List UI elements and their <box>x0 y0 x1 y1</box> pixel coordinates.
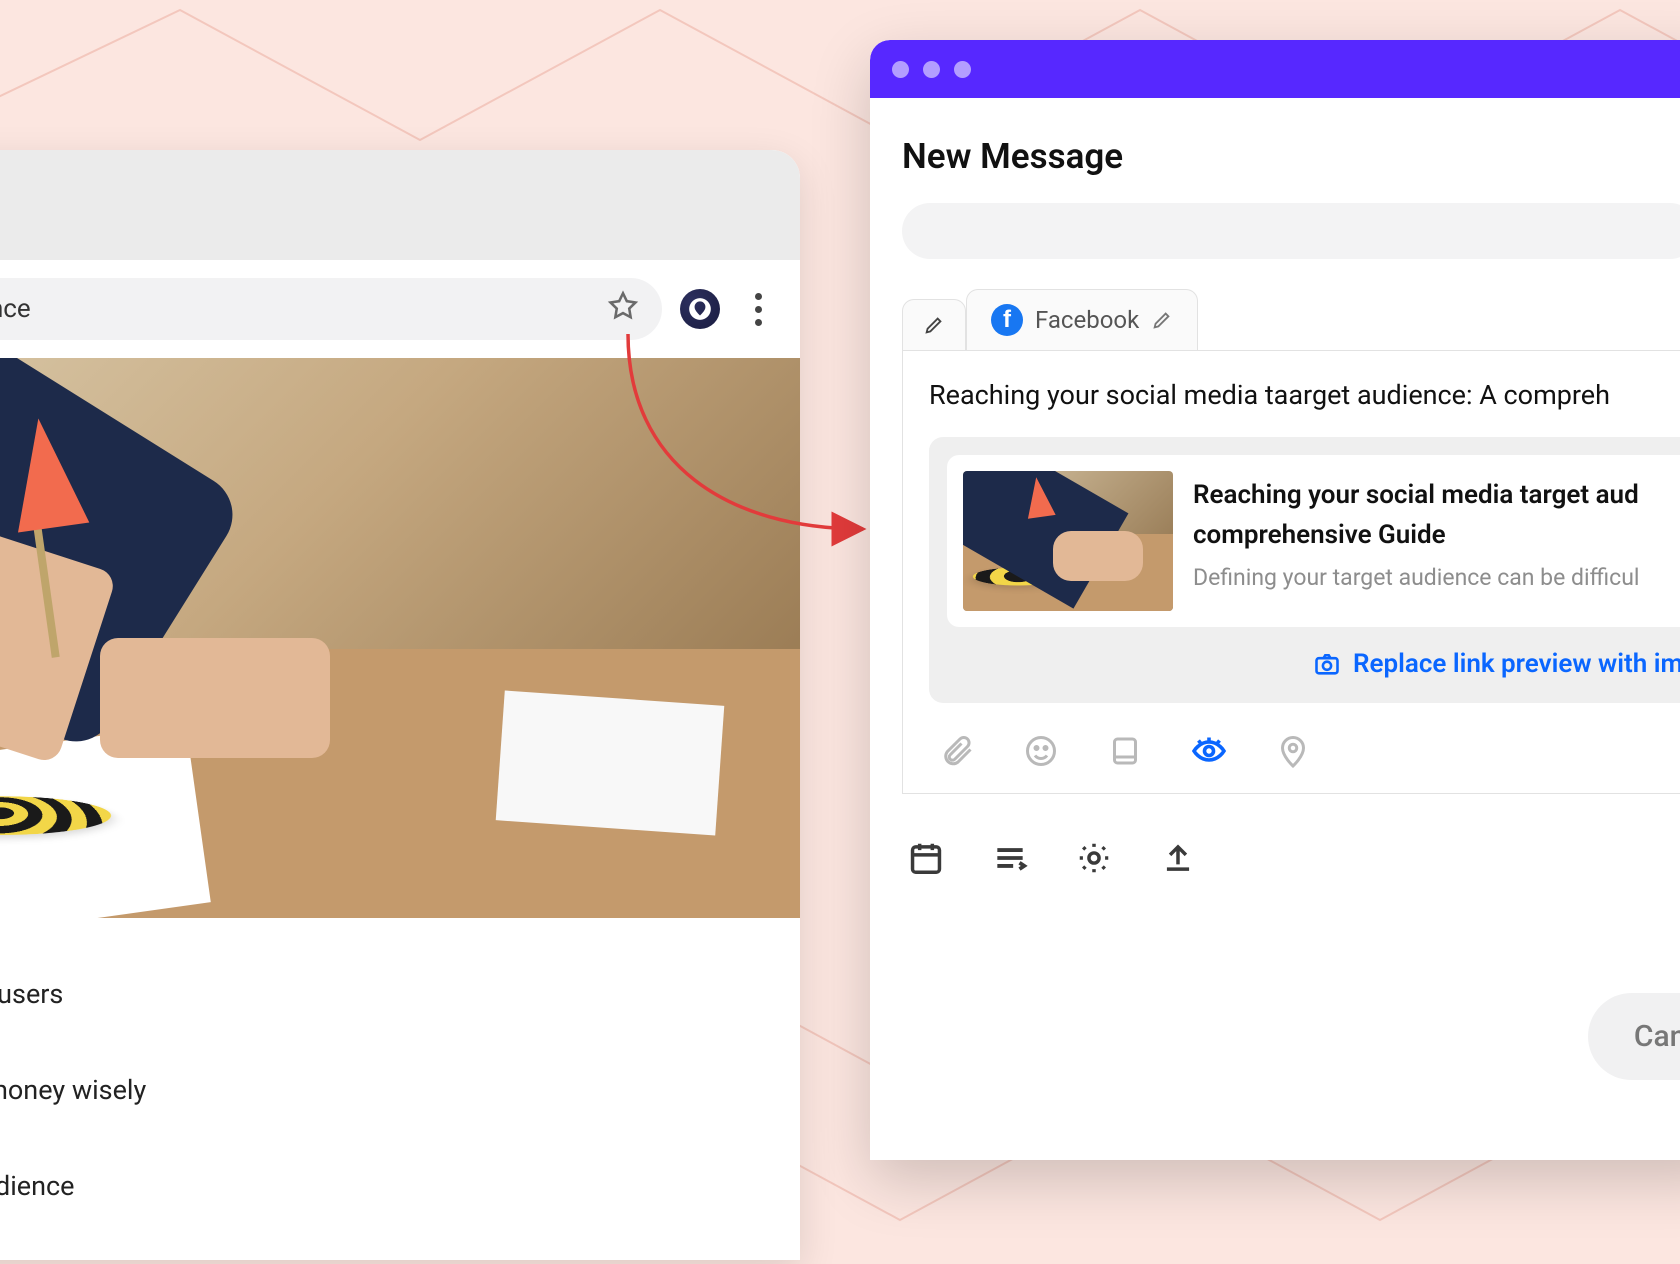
compose-modal: New Message f Facebook Reaching your soc… <box>870 40 1680 1160</box>
preview-icon[interactable] <box>1189 731 1229 771</box>
article-line: me and money wisely <box>0 1074 772 1106</box>
article-hero-image <box>0 358 800 918</box>
upload-icon[interactable] <box>1158 838 1198 878</box>
browser-tab-strip <box>0 150 800 260</box>
modal-title: New Message <box>902 136 1680 177</box>
bookmark-star-icon[interactable] <box>606 289 640 330</box>
schedule-action-row <box>902 794 1680 878</box>
window-dot <box>923 61 940 78</box>
window-dot <box>892 61 909 78</box>
pencil-icon <box>923 314 945 336</box>
tab-edit-all[interactable] <box>902 299 966 350</box>
modal-titlebar <box>870 40 1680 98</box>
window-dot <box>954 61 971 78</box>
extension-icon[interactable] <box>680 289 720 329</box>
facebook-icon: f <box>991 304 1023 336</box>
browser-menu-icon[interactable] <box>738 293 778 326</box>
address-bar[interactable]: t-audience <box>0 278 662 340</box>
compose-area: Reaching your social media taarget audie… <box>902 350 1680 794</box>
location-icon[interactable] <box>1273 731 1313 771</box>
settings-icon[interactable] <box>1074 838 1114 878</box>
calendar-icon[interactable] <box>906 838 946 878</box>
camera-icon <box>1313 650 1341 678</box>
tab-facebook[interactable]: f Facebook <box>966 289 1198 350</box>
link-preview-card: Reaching your social media target aud co… <box>929 437 1680 703</box>
network-tabs: f Facebook <box>902 289 1680 350</box>
pencil-icon <box>1151 309 1173 331</box>
cancel-label: Canc <box>1634 1019 1680 1054</box>
queue-icon[interactable] <box>990 838 1030 878</box>
emoji-icon[interactable] <box>1021 731 1061 771</box>
article-line: al media users <box>0 978 772 1010</box>
article-body: al media users me and money wisely targe… <box>0 918 800 1202</box>
url-text: t-audience <box>0 294 31 324</box>
preview-title-line: comprehensive Guide <box>1193 515 1680 555</box>
article-line: target audience <box>0 1170 772 1202</box>
cancel-button[interactable]: Canc <box>1588 993 1680 1080</box>
attach-icon[interactable] <box>937 731 977 771</box>
browser-window: t-audience al media users me and money w… <box>0 150 800 1260</box>
recipient-field[interactable] <box>902 203 1680 259</box>
preview-title-line: Reaching your social media target aud <box>1193 475 1680 515</box>
browser-toolbar: t-audience <box>0 260 800 358</box>
preview-description: Defining your target audience can be dif… <box>1193 564 1680 591</box>
compose-text[interactable]: Reaching your social media taarget audie… <box>929 379 1680 411</box>
replace-preview-link[interactable]: Replace link preview with ima <box>947 627 1680 685</box>
compose-toolstrip <box>929 703 1680 771</box>
replace-preview-label: Replace link preview with ima <box>1353 649 1680 679</box>
preview-thumbnail <box>963 471 1173 611</box>
tab-facebook-label: Facebook <box>1035 306 1139 334</box>
note-icon[interactable] <box>1105 731 1145 771</box>
